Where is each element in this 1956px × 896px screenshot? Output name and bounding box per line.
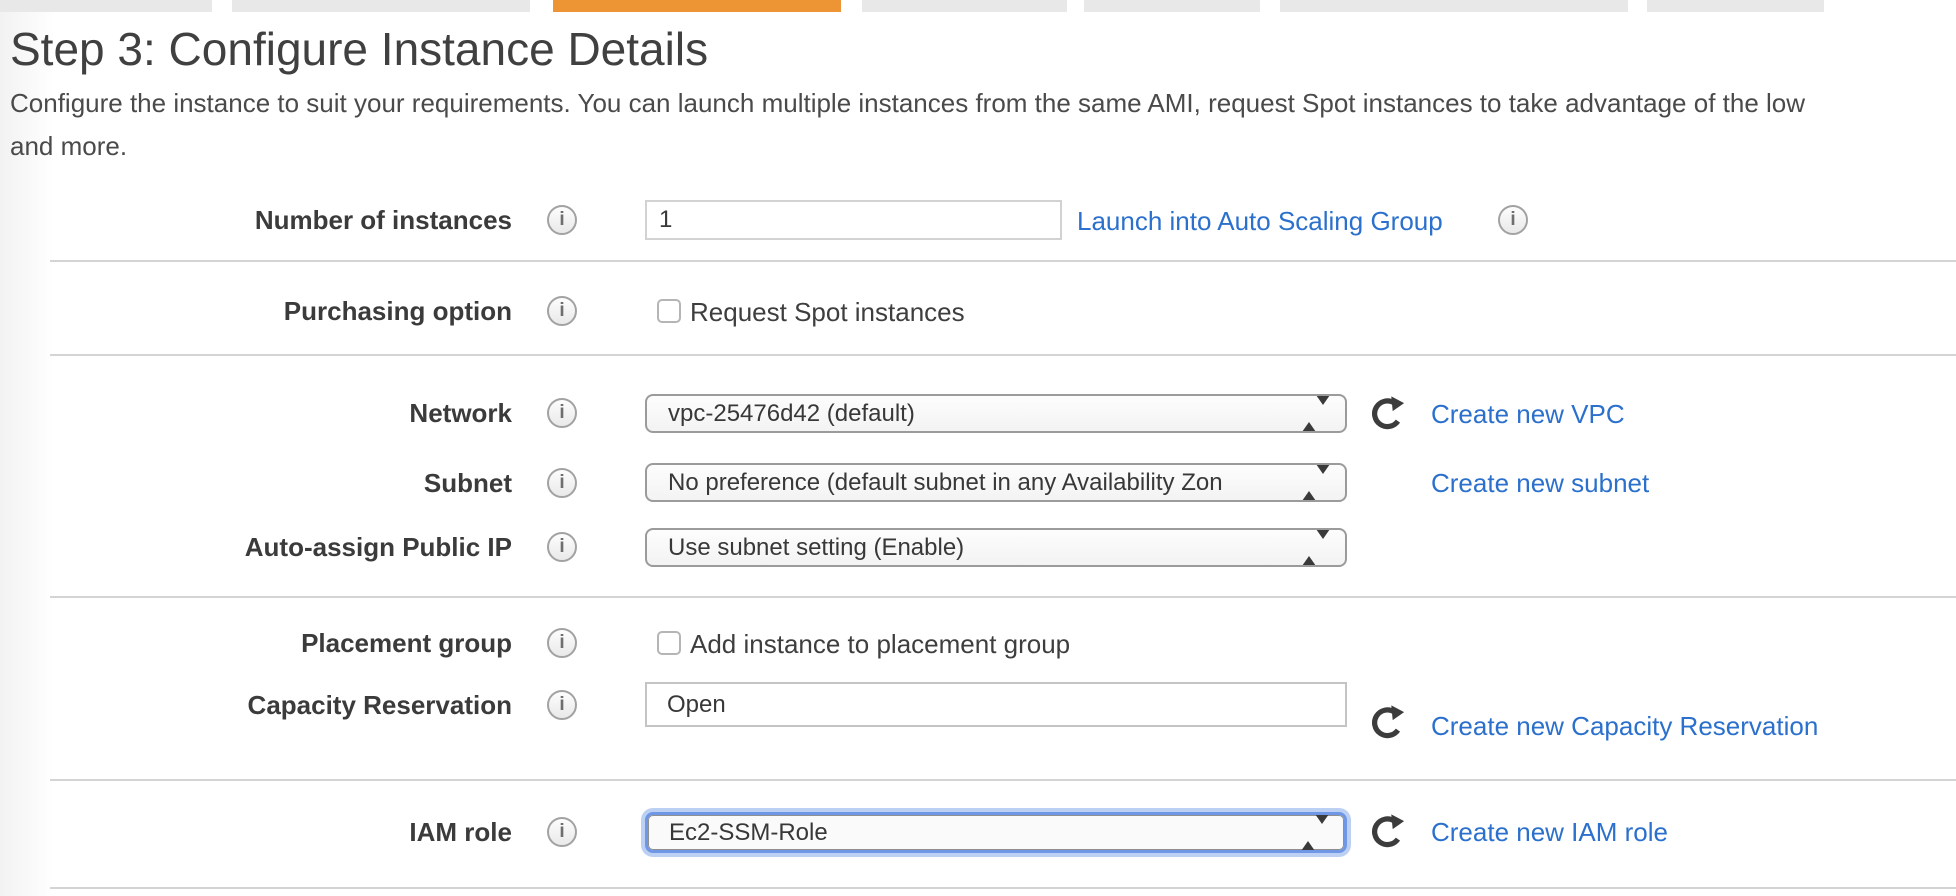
- tab-step-5[interactable]: [1084, 0, 1260, 12]
- info-icon[interactable]: i: [1498, 205, 1528, 235]
- refresh-icon[interactable]: [1368, 395, 1406, 433]
- auto-assign-public-ip-select[interactable]: Use subnet setting (Enable): [645, 528, 1347, 567]
- capacity-reservation-label: Capacity Reservation: [10, 690, 512, 720]
- capacity-reservation-field[interactable]: Open: [645, 682, 1347, 727]
- info-icon[interactable]: i: [547, 468, 577, 498]
- auto-assign-public-ip-select-value: Use subnet setting (Enable): [668, 530, 1301, 565]
- tab-step-4[interactable]: [862, 0, 1067, 12]
- placement-group-label: Placement group: [10, 628, 512, 658]
- configure-instance-page: Step 3: Configure Instance Details Confi…: [0, 0, 1956, 896]
- capacity-reservation-value: Open: [667, 684, 726, 726]
- network-select-value: vpc-25476d42 (default): [668, 396, 1301, 431]
- network-label: Network: [10, 398, 512, 428]
- create-new-subnet-link[interactable]: Create new subnet: [1431, 469, 1649, 497]
- iam-role-select-value: Ec2-SSM-Role: [669, 815, 1300, 850]
- tab-step-2[interactable]: [232, 0, 530, 12]
- page-description-line1: Configure the instance to suit your requ…: [10, 88, 1805, 118]
- section-divider: [50, 887, 1956, 889]
- select-updown-icon: [1302, 539, 1330, 557]
- select-updown-icon: [1302, 474, 1330, 492]
- auto-assign-public-ip-label: Auto-assign Public IP: [10, 532, 512, 562]
- launch-into-auto-scaling-group-link[interactable]: Launch into Auto Scaling Group: [1077, 207, 1443, 235]
- subnet-select[interactable]: No preference (default subnet in any Ava…: [645, 463, 1347, 502]
- info-icon[interactable]: i: [547, 628, 577, 658]
- create-new-capacity-reservation-link[interactable]: Create new Capacity Reservation: [1431, 712, 1818, 740]
- info-icon[interactable]: i: [547, 817, 577, 847]
- placement-group-checkbox-label: Add instance to placement group: [690, 629, 1070, 659]
- create-new-iam-role-link[interactable]: Create new IAM role: [1431, 818, 1668, 846]
- refresh-icon[interactable]: [1368, 813, 1406, 851]
- info-icon[interactable]: i: [547, 205, 577, 235]
- tab-step-7[interactable]: [1647, 0, 1824, 12]
- iam-role-select[interactable]: Ec2-SSM-Role: [645, 812, 1347, 853]
- tab-step-3-active[interactable]: [553, 0, 841, 12]
- page-description-line2: and more.: [10, 131, 127, 161]
- info-icon[interactable]: i: [547, 690, 577, 720]
- create-new-vpc-link[interactable]: Create new VPC: [1431, 400, 1625, 428]
- request-spot-instances-checkbox[interactable]: [657, 299, 681, 323]
- subnet-label: Subnet: [10, 468, 512, 498]
- info-icon[interactable]: i: [547, 296, 577, 326]
- request-spot-instances-label: Request Spot instances: [690, 297, 965, 327]
- number-of-instances-label: Number of instances: [10, 205, 512, 235]
- section-divider: [50, 260, 1956, 262]
- section-divider: [50, 596, 1956, 598]
- refresh-icon[interactable]: [1368, 704, 1406, 742]
- select-updown-icon: [1301, 824, 1329, 842]
- tab-step-6[interactable]: [1280, 0, 1628, 12]
- section-divider: [50, 779, 1956, 781]
- info-icon[interactable]: i: [547, 398, 577, 428]
- network-select[interactable]: vpc-25476d42 (default): [645, 394, 1347, 433]
- placement-group-checkbox[interactable]: [657, 631, 681, 655]
- info-icon[interactable]: i: [547, 532, 577, 562]
- subnet-select-value: No preference (default subnet in any Ava…: [668, 465, 1301, 500]
- purchasing-option-label: Purchasing option: [10, 296, 512, 326]
- page-title: Step 3: Configure Instance Details: [10, 22, 708, 76]
- select-updown-icon: [1302, 405, 1330, 423]
- section-divider: [50, 354, 1956, 356]
- iam-role-label: IAM role: [10, 817, 512, 847]
- number-of-instances-input[interactable]: [645, 200, 1062, 240]
- tab-step-1[interactable]: [0, 0, 212, 12]
